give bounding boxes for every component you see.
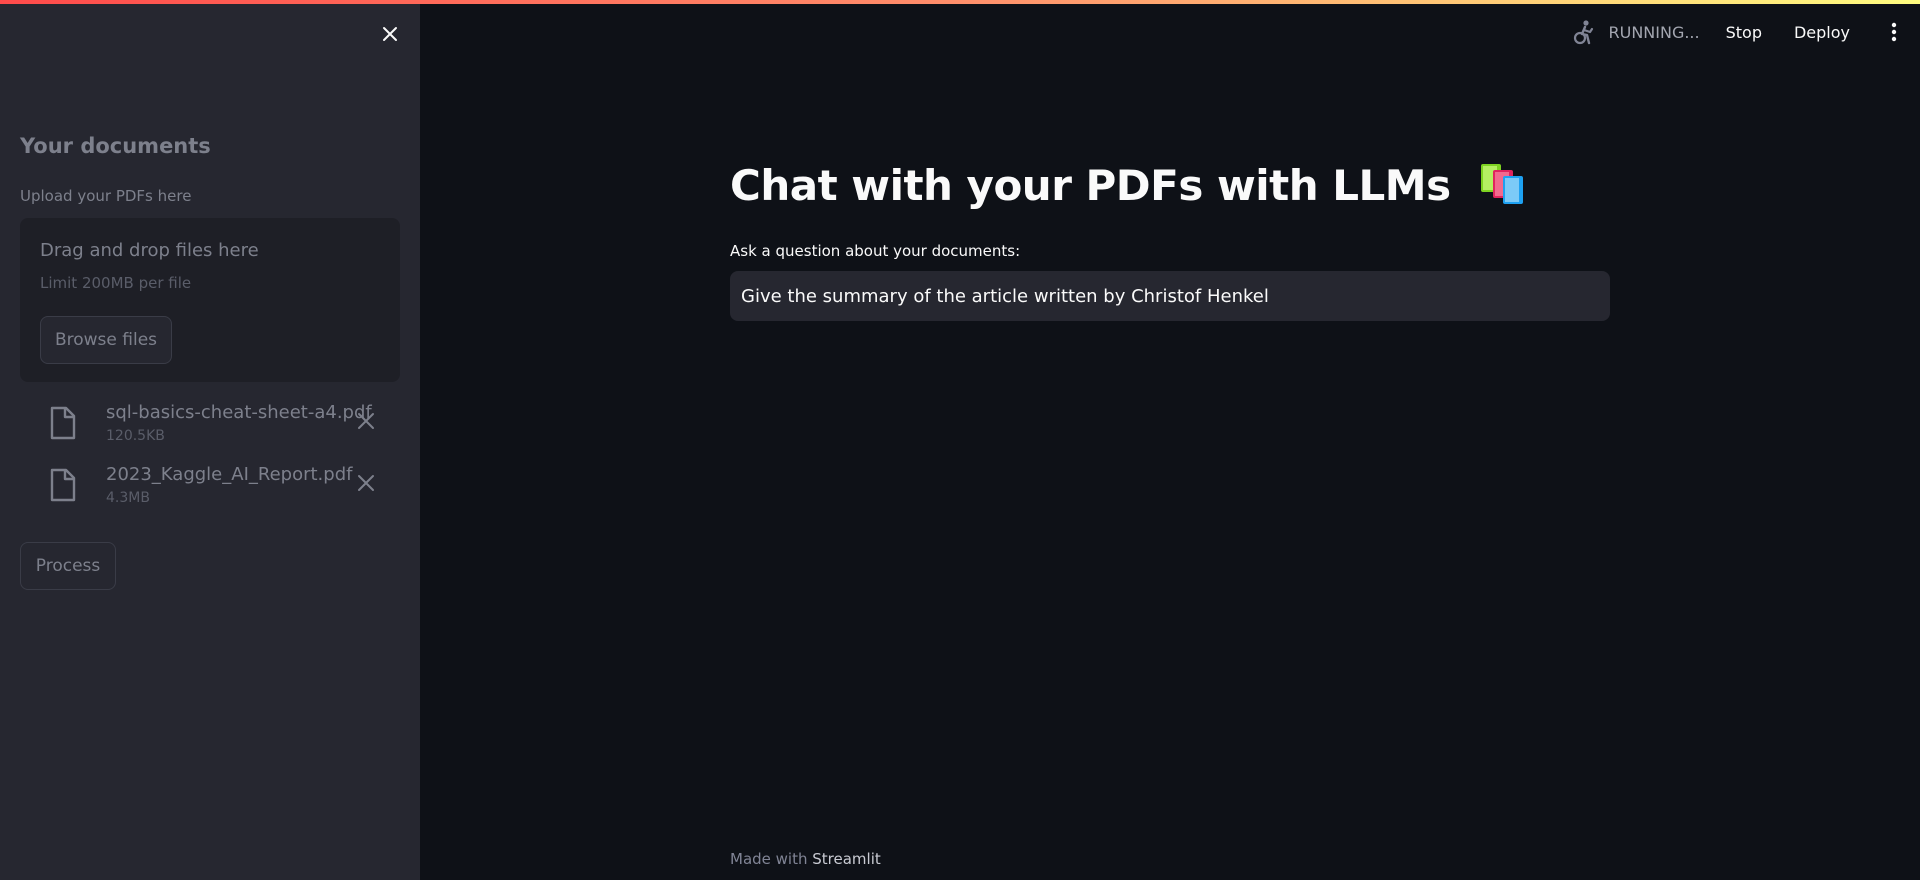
close-icon <box>383 27 397 41</box>
close-sidebar-button[interactable] <box>378 22 402 46</box>
file-icon <box>50 468 76 502</box>
footer-made-with: Made with <box>730 850 808 868</box>
page-title: Chat with your PDFs with LLMs <box>730 160 1527 210</box>
streamlit-link[interactable]: Streamlit <box>812 850 881 868</box>
sidebar: Your documents Upload your PDFs here Dra… <box>0 0 420 880</box>
question-label: Ask a question about your documents: <box>730 242 1021 260</box>
dropzone-title: Drag and drop files here <box>40 240 259 261</box>
file-dropzone[interactable]: Drag and drop files here Limit 200MB per… <box>20 218 400 382</box>
file-icon <box>50 406 76 440</box>
browse-files-button[interactable]: Browse files <box>40 316 172 364</box>
uploaded-file-item: sql-basics-cheat-sheet-a4.pdf 120.5KB <box>42 400 402 452</box>
deploy-button[interactable]: Deploy <box>1794 23 1850 42</box>
uploaded-file-item: 2023_Kaggle_AI_Report.pdf 4.3MB <box>42 462 402 514</box>
books-icon <box>1480 164 1523 204</box>
file-size: 120.5KB <box>106 428 165 444</box>
file-name: sql-basics-cheat-sheet-a4.pdf <box>106 402 372 423</box>
top-decoration-bar <box>0 0 1920 4</box>
file-size: 4.3MB <box>106 490 150 506</box>
running-man-icon <box>1574 20 1594 45</box>
more-menu-icon[interactable] <box>1882 20 1906 44</box>
question-input[interactable] <box>730 271 1610 321</box>
app-header-toolbar: RUNNING... Stop Deploy <box>1570 18 1906 46</box>
upload-label: Upload your PDFs here <box>20 187 192 205</box>
stop-button[interactable]: Stop <box>1726 23 1762 42</box>
remove-file-icon[interactable] <box>355 472 377 494</box>
sidebar-title: Your documents <box>20 134 211 158</box>
dropzone-limit: Limit 200MB per file <box>40 274 192 292</box>
footer: Made with Streamlit <box>730 850 881 868</box>
file-name: 2023_Kaggle_AI_Report.pdf <box>106 464 353 485</box>
running-status: RUNNING... <box>1608 22 1700 42</box>
page-title-text: Chat with your PDFs with LLMs <box>730 161 1451 210</box>
remove-file-icon[interactable] <box>355 410 377 432</box>
process-button[interactable]: Process <box>20 542 116 590</box>
